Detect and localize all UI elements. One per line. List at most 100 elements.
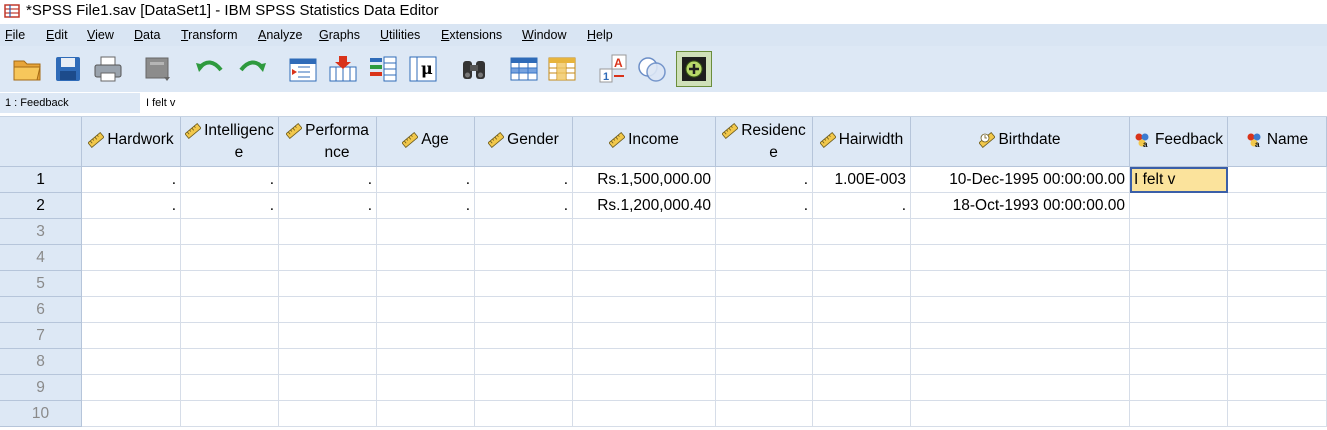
- column-header-name[interactable]: a Name: [1228, 117, 1327, 167]
- column-header-hairwidth[interactable]: Hairwidth: [813, 117, 911, 167]
- menu-graphs[interactable]: Graphs: [319, 28, 360, 42]
- data-cell[interactable]: [82, 219, 181, 245]
- data-cell[interactable]: [573, 401, 716, 427]
- data-cell[interactable]: [82, 401, 181, 427]
- row-header[interactable]: 6: [0, 297, 82, 323]
- column-header-income[interactable]: Income: [573, 117, 716, 167]
- data-cell[interactable]: [813, 349, 911, 375]
- data-cell[interactable]: .: [82, 167, 181, 193]
- use-sets-icon[interactable]: [634, 51, 670, 87]
- data-cell[interactable]: [716, 349, 813, 375]
- data-cell[interactable]: [475, 349, 573, 375]
- data-cell[interactable]: [475, 219, 573, 245]
- row-header[interactable]: 7: [0, 323, 82, 349]
- data-cell[interactable]: [181, 245, 279, 271]
- open-folder-icon[interactable]: [10, 51, 46, 87]
- dialog-recall-icon[interactable]: [140, 51, 176, 87]
- data-cell[interactable]: [1228, 193, 1327, 219]
- data-cell[interactable]: [377, 297, 475, 323]
- data-cell[interactable]: [475, 375, 573, 401]
- data-cell[interactable]: [82, 323, 181, 349]
- menu-transform[interactable]: Transform: [181, 28, 238, 42]
- data-cell[interactable]: [1130, 219, 1228, 245]
- data-cell[interactable]: [1228, 323, 1327, 349]
- data-cell[interactable]: [82, 375, 181, 401]
- data-cell[interactable]: .: [377, 193, 475, 219]
- undo-icon[interactable]: [192, 51, 228, 87]
- menu-data[interactable]: Data: [134, 28, 160, 42]
- data-cell[interactable]: [82, 245, 181, 271]
- data-cell[interactable]: [911, 297, 1130, 323]
- data-cell[interactable]: [573, 245, 716, 271]
- goto-case-icon[interactable]: [285, 51, 321, 87]
- row-header[interactable]: 4: [0, 245, 82, 271]
- row-header[interactable]: 1: [0, 167, 82, 193]
- data-cell[interactable]: [1130, 401, 1228, 427]
- data-cell[interactable]: [813, 271, 911, 297]
- data-cell[interactable]: [911, 219, 1130, 245]
- data-cell[interactable]: [82, 349, 181, 375]
- data-cell[interactable]: [1228, 245, 1327, 271]
- save-icon[interactable]: [50, 51, 86, 87]
- data-cell[interactable]: [475, 323, 573, 349]
- data-cell[interactable]: [911, 349, 1130, 375]
- data-cell[interactable]: [181, 375, 279, 401]
- cell-editor[interactable]: I felt v: [146, 93, 1326, 113]
- column-header-performance[interactable]: Performa nce: [279, 117, 377, 167]
- data-cell[interactable]: [181, 349, 279, 375]
- data-cell[interactable]: [279, 375, 377, 401]
- data-cell[interactable]: [573, 375, 716, 401]
- value-labels-icon[interactable]: A1: [596, 51, 632, 87]
- data-cell[interactable]: [279, 349, 377, 375]
- data-cell[interactable]: [279, 297, 377, 323]
- data-cell[interactable]: .: [475, 167, 573, 193]
- column-header-intelligence[interactable]: Intelligenc e: [181, 117, 279, 167]
- data-cell[interactable]: [82, 271, 181, 297]
- menu-utilities[interactable]: Utilities: [380, 28, 420, 42]
- data-cell[interactable]: [1130, 271, 1228, 297]
- data-cell[interactable]: [1130, 245, 1228, 271]
- row-header[interactable]: 3: [0, 219, 82, 245]
- data-cell[interactable]: .: [181, 167, 279, 193]
- data-cell[interactable]: .: [813, 193, 911, 219]
- find-icon[interactable]: [456, 51, 492, 87]
- data-cell[interactable]: [181, 219, 279, 245]
- data-cell[interactable]: [377, 375, 475, 401]
- data-cell[interactable]: [1130, 193, 1228, 219]
- data-cell[interactable]: [573, 349, 716, 375]
- data-cell[interactable]: [911, 375, 1130, 401]
- data-cell[interactable]: [716, 297, 813, 323]
- row-header[interactable]: 5: [0, 271, 82, 297]
- variables-icon[interactable]: [365, 51, 401, 87]
- data-cell[interactable]: [716, 245, 813, 271]
- data-cell[interactable]: .: [279, 167, 377, 193]
- data-cell[interactable]: .: [82, 193, 181, 219]
- cell-reference[interactable]: 1 : Feedback: [0, 93, 140, 113]
- data-cell[interactable]: .: [377, 167, 475, 193]
- data-cell[interactable]: .: [181, 193, 279, 219]
- data-cell[interactable]: 10-Dec-1995 00:00:00.00: [911, 167, 1130, 193]
- data-cell[interactable]: .: [716, 167, 813, 193]
- data-cell[interactable]: [911, 245, 1130, 271]
- row-header[interactable]: 8: [0, 349, 82, 375]
- data-cell[interactable]: [377, 271, 475, 297]
- data-cell[interactable]: [1130, 375, 1228, 401]
- data-cell[interactable]: .: [279, 193, 377, 219]
- data-cell[interactable]: .: [475, 193, 573, 219]
- data-cell[interactable]: [716, 271, 813, 297]
- data-cell[interactable]: [716, 219, 813, 245]
- row-header[interactable]: 10: [0, 401, 82, 427]
- column-header-hardwork[interactable]: Hardwork: [82, 117, 181, 167]
- data-cell[interactable]: [181, 401, 279, 427]
- data-cell[interactable]: [82, 297, 181, 323]
- column-header-residence[interactable]: Residenc e: [716, 117, 813, 167]
- menu-edit[interactable]: Edit: [46, 28, 68, 42]
- data-cell[interactable]: [911, 323, 1130, 349]
- data-cell[interactable]: [813, 297, 911, 323]
- data-cell[interactable]: [716, 401, 813, 427]
- data-cell[interactable]: [716, 375, 813, 401]
- data-cell[interactable]: [573, 219, 716, 245]
- data-cell[interactable]: [377, 349, 475, 375]
- data-cell[interactable]: [475, 401, 573, 427]
- data-cell[interactable]: [813, 375, 911, 401]
